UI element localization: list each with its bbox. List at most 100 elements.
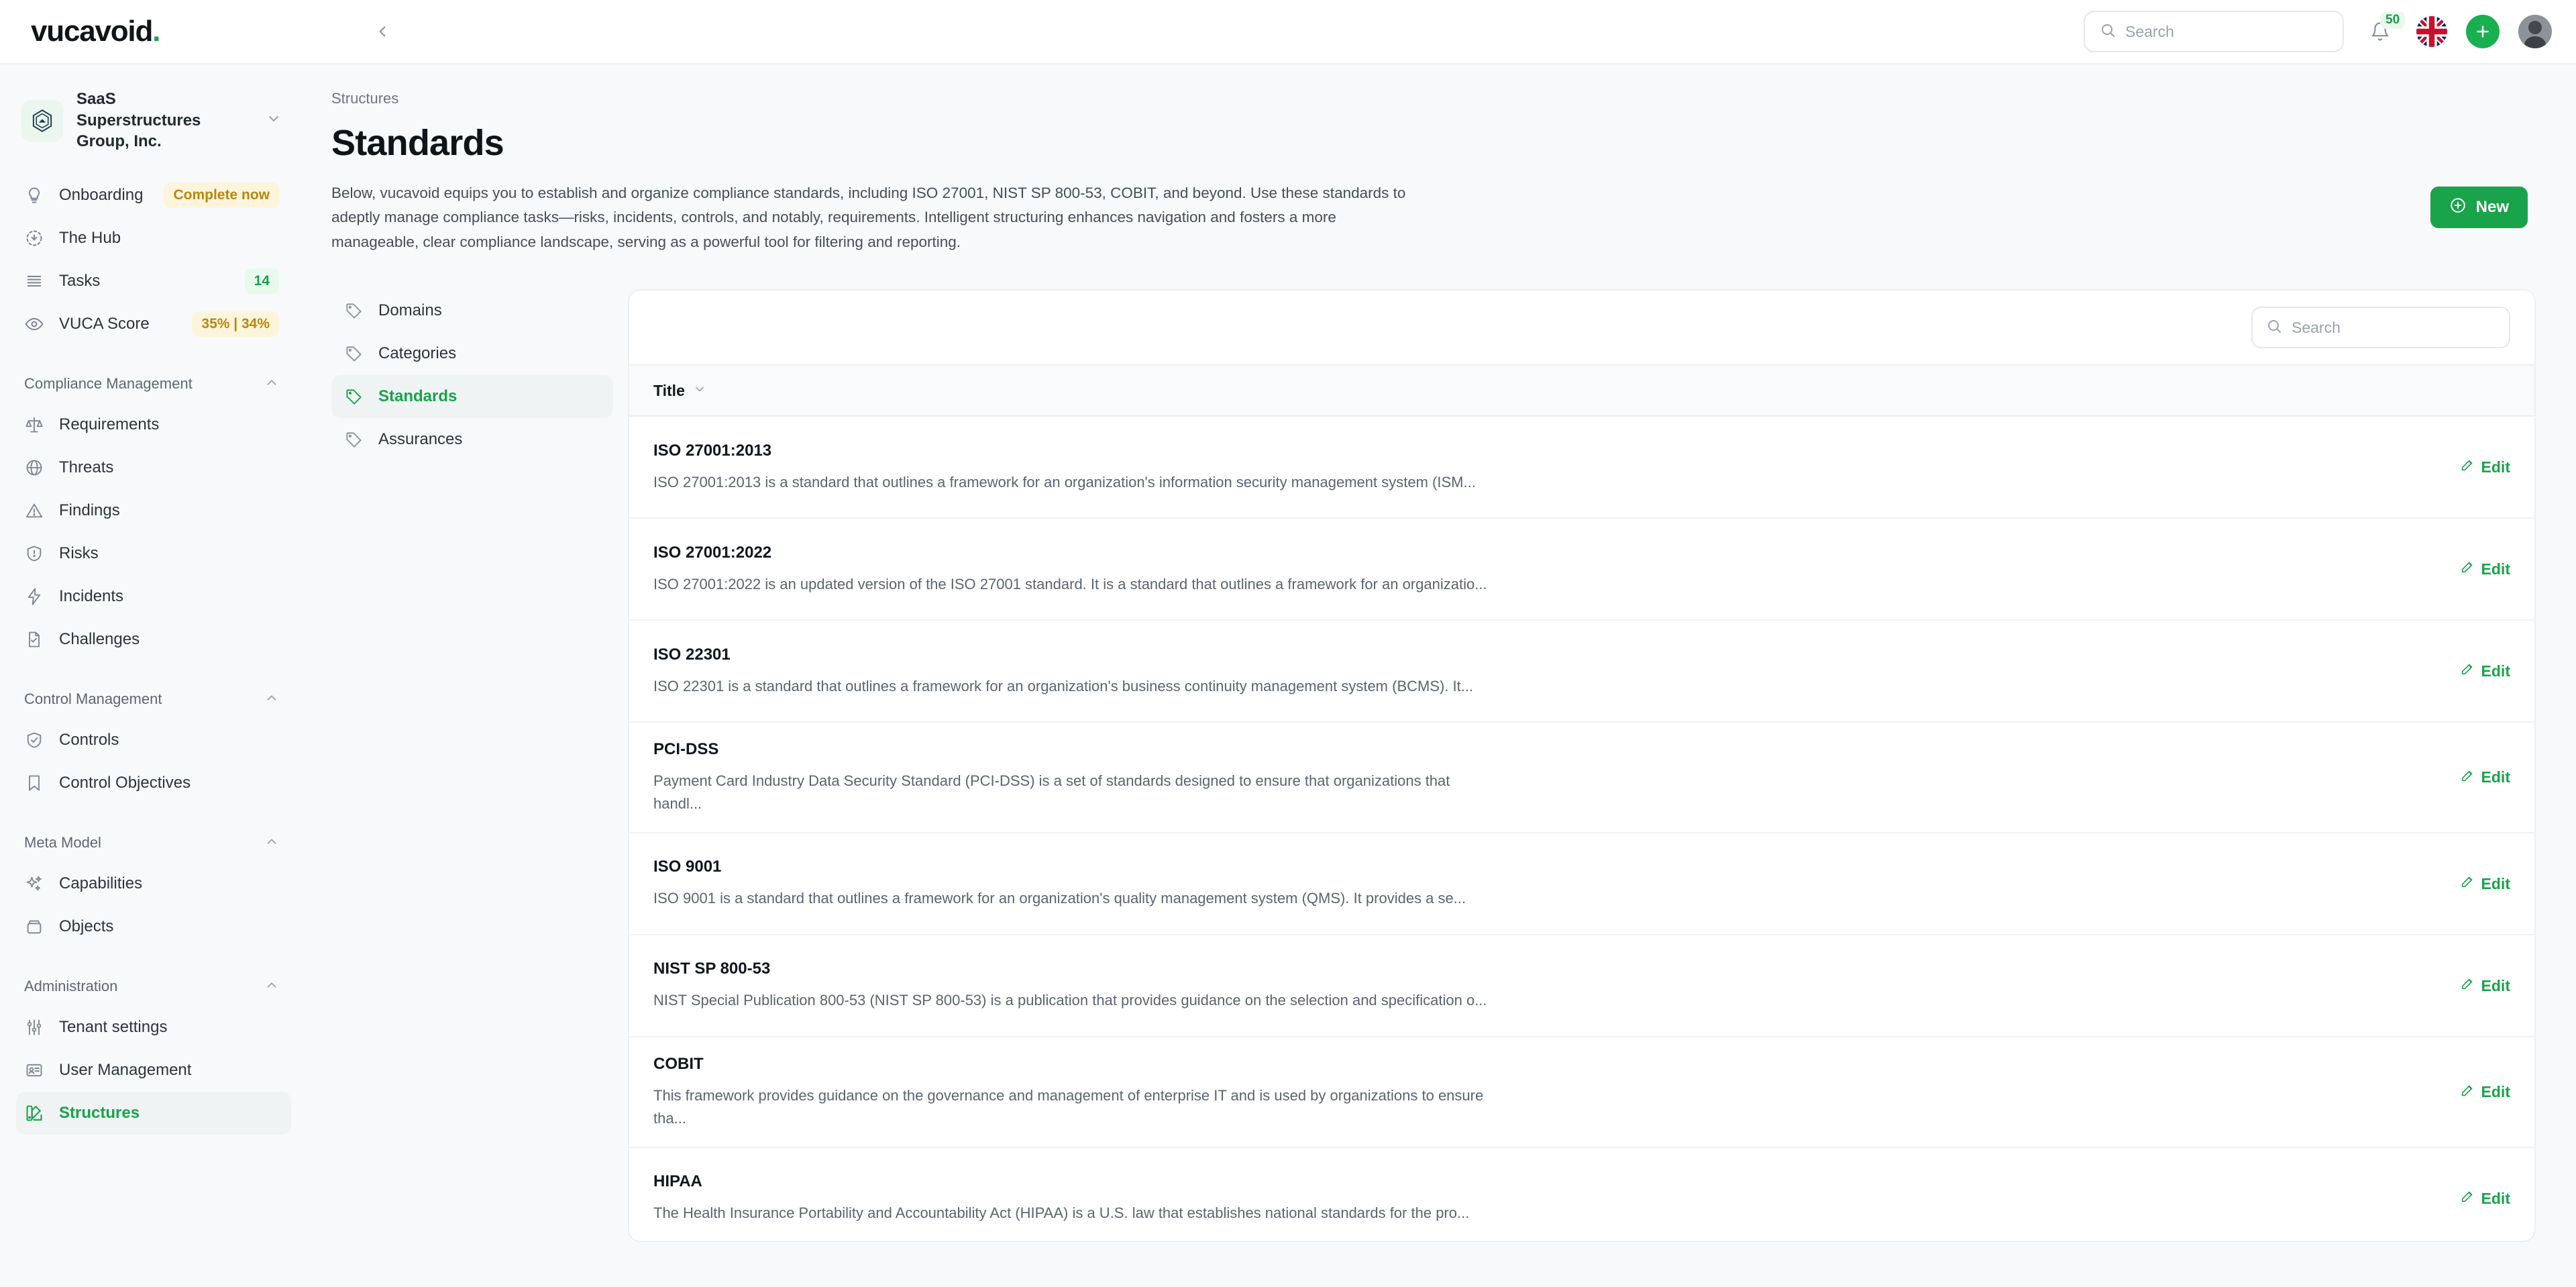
tag-icon <box>343 301 364 321</box>
edit-button[interactable]: Edit <box>2460 662 2510 680</box>
app-body: SaaS Superstructures Group, Inc. Onboard… <box>0 64 2576 1287</box>
row-description: This framework provides guidance on the … <box>653 1087 1484 1127</box>
chevron-left-icon[interactable] <box>368 17 397 46</box>
sidebar-item-control-objectives[interactable]: Control Objectives <box>16 762 291 805</box>
row-title: ISO 22301 <box>653 645 731 664</box>
page-title: Standards <box>331 123 504 163</box>
sidebar-item-label: Capabilities <box>59 874 143 893</box>
sidebar-item-label: Onboarding <box>59 186 144 205</box>
sidebar-group-title: Control Management <box>24 690 162 708</box>
tag-icon <box>343 387 364 407</box>
avatar[interactable] <box>2518 15 2552 48</box>
sidebar-item-objects[interactable]: Objects <box>16 905 291 948</box>
sidebar-item-tasks[interactable]: Tasks 14 <box>16 260 291 303</box>
subnav-item-label: Categories <box>378 344 457 363</box>
subnav-item-domains[interactable]: Domains <box>331 289 613 332</box>
sidebar-item-structures[interactable]: Structures <box>16 1092 291 1135</box>
chevron-up-icon <box>264 978 279 996</box>
sidebar-item-controls[interactable]: Controls <box>16 719 291 762</box>
table-row[interactable]: PCI-DSS Payment Card Industry Data Secur… <box>629 723 2534 834</box>
sidebar-item-threats[interactable]: Threats <box>16 446 291 489</box>
sidebar-item-incidents[interactable]: Incidents <box>16 575 291 618</box>
edit-button-label: Edit <box>2481 768 2510 786</box>
search-icon <box>2266 318 2282 338</box>
notifications-button[interactable]: 50 <box>2363 11 2406 49</box>
sidebar-item-tenant-settings[interactable]: Tenant settings <box>16 1006 291 1049</box>
sidebar-item-challenges[interactable]: Challenges <box>16 618 291 661</box>
sidebar-item-findings[interactable]: Findings <box>16 489 291 532</box>
table-row[interactable]: ISO 27001:2013 ISO 27001:2013 is a stand… <box>629 417 2534 519</box>
table-row[interactable]: ISO 9001 ISO 9001 is a standard that out… <box>629 833 2534 936</box>
edit-button[interactable]: Edit <box>2460 458 2510 476</box>
sidebar-item-label: Incidents <box>59 587 124 606</box>
table-row[interactable]: ISO 22301 ISO 22301 is a standard that o… <box>629 621 2534 723</box>
sidebar-item-vuca-score[interactable]: VUCA Score 35% | 34% <box>16 303 291 346</box>
sidebar-item-label: Threats <box>59 458 114 477</box>
sidebar-item-onboarding[interactable]: Onboarding Complete now <box>16 174 291 217</box>
page-description: Below, vucavoid equips you to establish … <box>331 185 1406 250</box>
table-row[interactable]: NIST SP 800-53 NIST Special Publication … <box>629 935 2534 1038</box>
edit-button[interactable]: Edit <box>2460 768 2510 787</box>
sidebar-group-control-management[interactable]: Control Management <box>16 684 291 715</box>
table-search-input[interactable] <box>2292 318 2496 337</box>
sidebar-item-capabilities[interactable]: Capabilities <box>16 862 291 905</box>
sidebar-item-label: Tasks <box>59 272 101 291</box>
column-header-title[interactable]: Title <box>653 382 706 400</box>
sidebar-item-label: Risks <box>59 544 99 563</box>
tasks-count-badge: 14 <box>244 268 279 294</box>
row-content: ISO 9001 ISO 9001 is a standard that out… <box>653 858 1525 909</box>
table-row[interactable]: HIPAA The Health Insurance Portability a… <box>629 1148 2534 1241</box>
table-search[interactable] <box>2251 307 2510 349</box>
row-title: ISO 27001:2022 <box>653 543 772 562</box>
edit-button[interactable]: Edit <box>2460 1083 2510 1102</box>
sidebar-item-user-management[interactable]: User Management <box>16 1049 291 1092</box>
row-title: ISO 9001 <box>653 858 722 876</box>
sidebar-item-label: The Hub <box>59 229 121 248</box>
org-name: SaaS Superstructures Group, Inc. <box>76 90 201 151</box>
edit-button[interactable]: Edit <box>2460 874 2510 893</box>
sidebar-item-the-hub[interactable]: The Hub <box>16 217 291 260</box>
tasks-icon <box>24 271 44 291</box>
search-input[interactable] <box>2125 22 2328 41</box>
edit-pencil-icon <box>2460 458 2475 476</box>
edit-pencil-icon <box>2460 560 2475 578</box>
edit-pencil-icon <box>2460 976 2475 995</box>
breadcrumb[interactable]: Structures <box>331 90 2536 107</box>
lightning-icon <box>24 586 44 607</box>
table-row[interactable]: COBIT This framework provides guidance o… <box>629 1037 2534 1149</box>
subnav-item-label: Domains <box>378 301 442 320</box>
global-search[interactable] <box>2084 11 2344 52</box>
quick-add-button[interactable] <box>2466 15 2500 48</box>
new-button[interactable]: New <box>2430 187 2528 228</box>
column-header-label: Title <box>653 381 685 399</box>
subnav-item-categories[interactable]: Categories <box>331 332 613 375</box>
org-switcher[interactable]: SaaS Superstructures Group, Inc. <box>16 79 291 162</box>
structures-icon <box>24 1103 44 1123</box>
sidebar-group-compliance-management[interactable]: Compliance Management <box>16 368 291 399</box>
sidebar-group-meta-model[interactable]: Meta Model <box>16 827 291 858</box>
saas-superstructures-logo <box>21 99 63 142</box>
sidebar-item-risks[interactable]: Risks <box>16 532 291 575</box>
sidebar-item-label: Findings <box>59 501 120 520</box>
sidebar-group-administration[interactable]: Administration <box>16 971 291 1002</box>
edit-button[interactable]: Edit <box>2460 1189 2510 1208</box>
brand-text: vucavoid <box>31 15 153 48</box>
subnav-item-standards[interactable]: Standards <box>331 375 613 419</box>
subnav-item-assurances[interactable]: Assurances <box>331 418 613 461</box>
sidebar-item-label: Challenges <box>59 630 140 649</box>
row-content: HIPAA The Health Insurance Portability a… <box>653 1172 1525 1224</box>
plus-circle-icon <box>2449 197 2467 219</box>
onboarding-badge[interactable]: Complete now <box>164 183 279 208</box>
edit-button[interactable]: Edit <box>2460 976 2510 995</box>
sidebar-item-requirements[interactable]: Requirements <box>16 403 291 446</box>
app-logo[interactable]: vucavoid. <box>31 15 160 48</box>
sidebar-item-label: Objects <box>59 917 114 936</box>
table-header-row: Title <box>629 364 2534 417</box>
tag-icon <box>343 429 364 450</box>
page-header-text: Standards Below, vucavoid equips you to … <box>331 122 1432 254</box>
uk-flag-icon[interactable] <box>2416 16 2447 47</box>
vuca-score-badge: 35% | 34% <box>192 311 279 337</box>
table-row[interactable]: ISO 27001:2022 ISO 27001:2022 is an upda… <box>629 519 2534 621</box>
edit-button[interactable]: Edit <box>2460 560 2510 578</box>
edit-pencil-icon <box>2460 768 2475 787</box>
